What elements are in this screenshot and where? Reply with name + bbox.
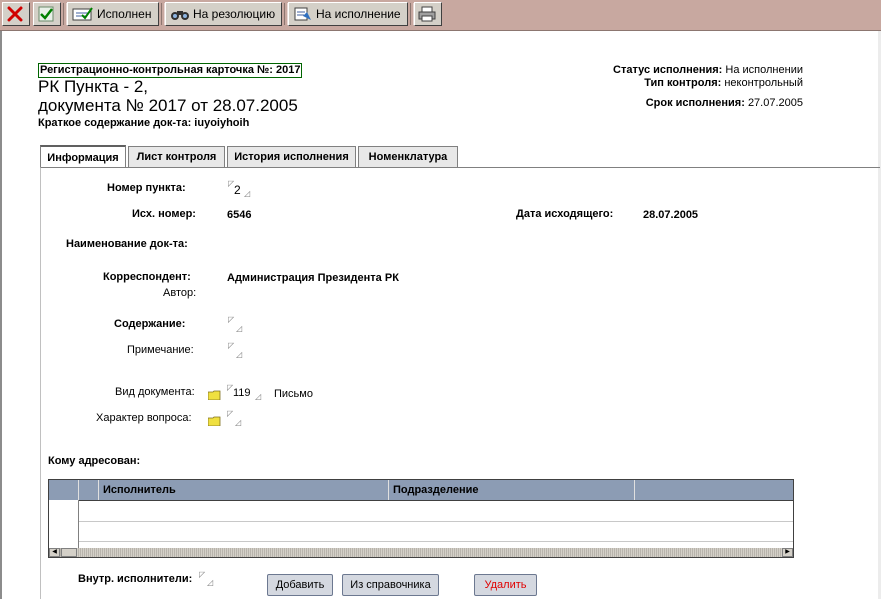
status-block: Статус исполнения: На исполнении Тип кон… [613, 64, 803, 110]
field-corner-icon: ◿ [255, 392, 262, 401]
doc-type-code[interactable]: 119 [233, 387, 251, 399]
to-execution-button[interactable]: На исполнение [288, 2, 408, 26]
tab-nomenclature[interactable]: Номенклатура [358, 146, 458, 167]
out-date-value: 28.07.2005 [643, 209, 699, 221]
to-resolution-button[interactable]: На резолюцию [165, 2, 282, 26]
internal-executors-label: Внутр. исполнители: [78, 573, 193, 585]
correspondent-value: Администрация Президента РК [227, 272, 399, 284]
field-corner-icon: ◸ [227, 409, 234, 418]
scroll-left-icon[interactable]: ◀ [49, 548, 60, 557]
grid-corner-header [49, 480, 79, 500]
control-type-label: Тип контроля: [644, 77, 722, 89]
field-corner-icon: ◿ [207, 578, 214, 587]
document-title: документа № 2017 от 28.07.2005 [38, 96, 298, 115]
point-number-value[interactable]: 2 [234, 183, 241, 197]
toolbar: Исполнен На резолюцию На исполнение [0, 0, 881, 31]
table-row[interactable] [79, 521, 793, 522]
scroll-right-icon[interactable]: ▶ [782, 548, 793, 557]
field-corner-icon: ◸ [228, 315, 235, 324]
executed-label: Исполнен [97, 7, 152, 21]
field-corner-icon: ◿ [236, 324, 243, 333]
author-label: Автор: [163, 287, 197, 299]
to-execution-label: На исполнение [316, 7, 401, 21]
status-value: На исполнении [725, 64, 803, 76]
tab-control-sheet[interactable]: Лист контроля [128, 146, 225, 167]
doc-name-label: Наименование док-та: [66, 238, 188, 250]
addressed-label: Кому адресован: [48, 455, 141, 467]
delete-button[interactable]: Удалить [474, 574, 537, 596]
doc-type-label: Вид документа: [115, 386, 195, 398]
doc-type-name: Письмо [274, 388, 313, 400]
executed-button[interactable]: Исполнен [67, 2, 159, 26]
correspondent-label: Корреспондент: [103, 271, 191, 283]
out-number-value: 6546 [227, 209, 252, 221]
grid-row-header [49, 500, 79, 548]
close-button[interactable] [2, 2, 30, 26]
field-corner-icon: ◸ [228, 341, 235, 350]
field-corner-icon: ◿ [235, 418, 242, 427]
printer-icon [418, 6, 435, 22]
send-icon [294, 7, 311, 21]
left-border [0, 31, 2, 599]
question-label: Характер вопроса: [96, 412, 192, 424]
due-date-value: 27.07.2005 [747, 97, 803, 109]
field-corner-icon: ◿ [236, 350, 243, 359]
grid-header: Исполнитель Подразделение [49, 480, 793, 501]
note-label: Примечание: [127, 344, 194, 356]
short-content-value: iuyoiyhoih [194, 117, 250, 129]
check-icon [38, 6, 53, 22]
close-icon [7, 6, 22, 22]
short-content: Краткое содержание док-та: iuyoiyhoih [38, 117, 249, 129]
ok-button[interactable] [33, 2, 61, 26]
out-date-label: Дата исходящего: [516, 208, 614, 220]
point-number-label: Номер пункта: [107, 182, 186, 194]
table-row[interactable] [79, 541, 793, 542]
grid-header-executor[interactable]: Исполнитель [99, 480, 389, 500]
tab-information[interactable]: Информация [40, 145, 126, 168]
add-button[interactable]: Добавить [267, 574, 333, 596]
due-date-label: Срок исполнения: [645, 97, 745, 109]
control-type-value: неконтрольный [724, 77, 803, 89]
short-content-label: Краткое содержание док-та: [38, 117, 192, 129]
grid-header-department[interactable]: Подразделение [389, 480, 635, 500]
horizontal-scrollbar[interactable]: ◀ ▶ [49, 548, 793, 557]
out-number-label: Исх. номер: [132, 208, 196, 220]
registration-card-title: Регистрационно-контрольная карточка №: 2… [38, 63, 303, 78]
scroll-thumb[interactable] [61, 548, 77, 557]
rk-point-title: РК Пункта - 2, [38, 77, 149, 96]
field-corner-icon: ◿ [244, 189, 251, 198]
addressees-grid: Исполнитель Подразделение ◀ ▶ [48, 479, 794, 558]
grid-select-header [79, 480, 99, 500]
executed-icon [72, 7, 93, 21]
print-button[interactable] [414, 2, 442, 26]
to-resolution-label: На резолюцию [193, 7, 276, 21]
binoculars-icon [171, 11, 189, 20]
folder-icon[interactable] [208, 416, 221, 426]
content-label: Содержание: [114, 318, 186, 330]
folder-icon[interactable] [208, 390, 221, 400]
from-reference-button[interactable]: Из справочника [342, 574, 439, 596]
tab-execution-history[interactable]: История исполнения [227, 146, 356, 167]
status-label: Статус исполнения: [613, 64, 723, 76]
field-corner-icon: ◸ [199, 570, 206, 579]
